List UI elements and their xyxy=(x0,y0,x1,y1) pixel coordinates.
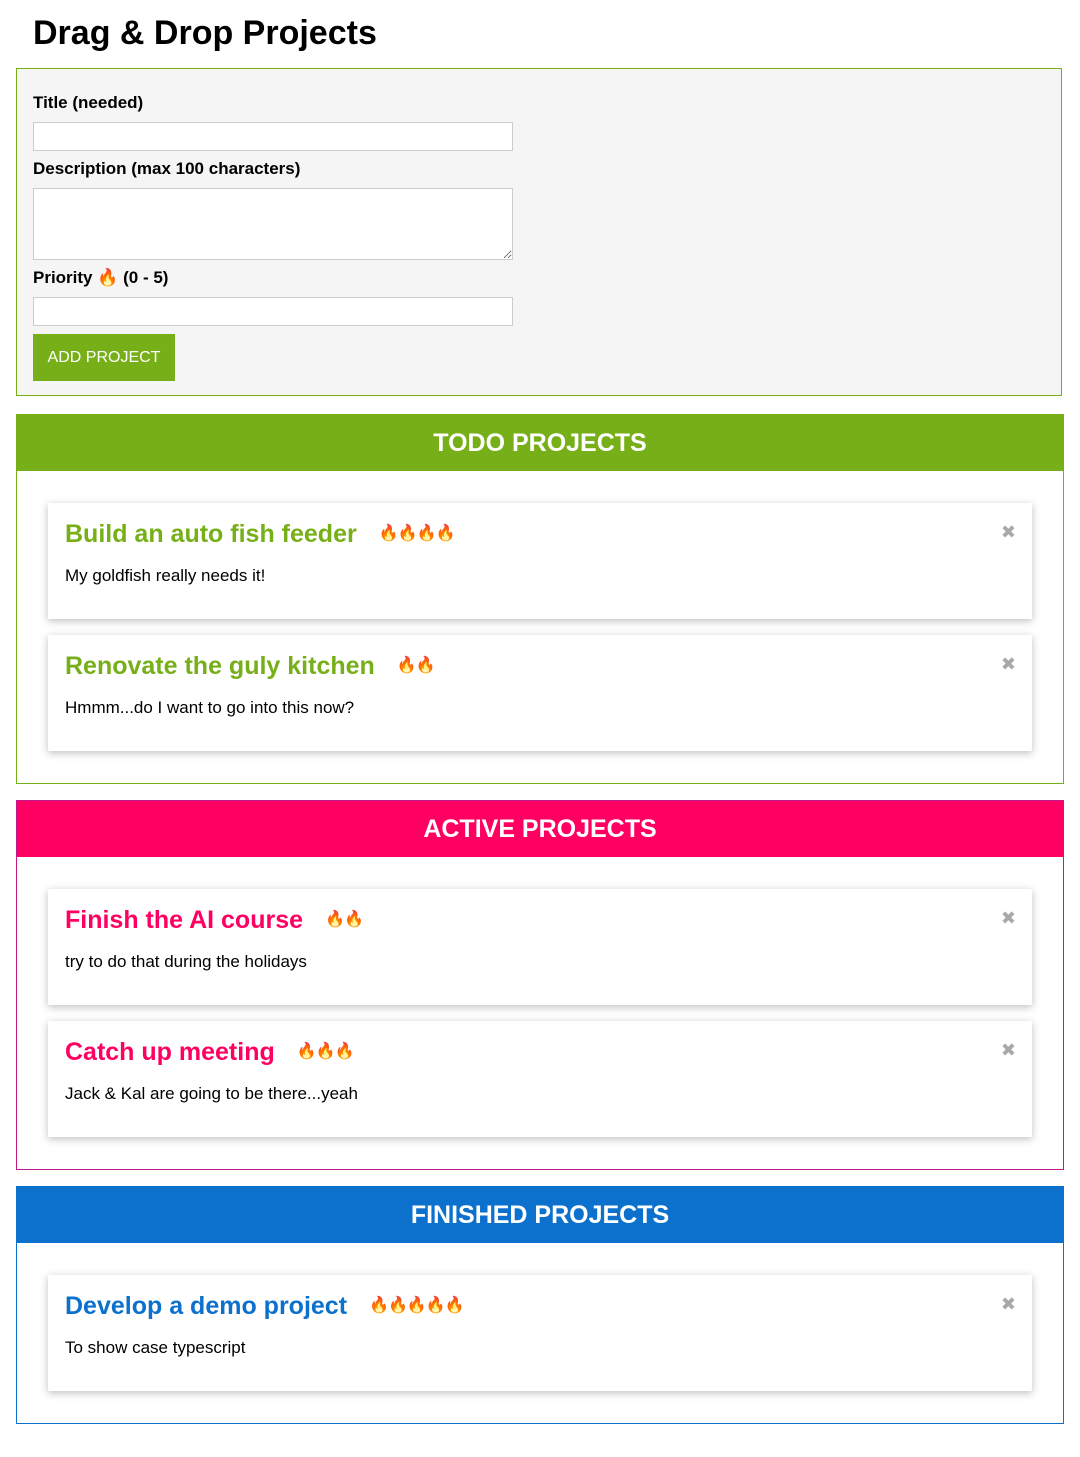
active-projects-section: ACTIVE PROJECTS Finish the AI course 🔥🔥 tr… xyxy=(16,800,1064,1170)
page-title: Drag & Drop Projects xyxy=(33,14,377,52)
project-description: Hmmm...do I want to go into this now? xyxy=(65,698,355,717)
project-description: try to do that during the holidays xyxy=(65,952,307,971)
priority-flames-icon: 🔥🔥 xyxy=(325,911,364,928)
project-card[interactable]: Develop a demo project 🔥🔥🔥🔥🔥 To show case … xyxy=(48,1275,1032,1391)
project-title: Catch up meeting xyxy=(65,1038,275,1066)
project-card[interactable]: Catch up meeting 🔥🔥🔥 Jack & Kal are going … xyxy=(48,1021,1032,1137)
finished-project-list: Develop a demo project 🔥🔥🔥🔥🔥 To show case … xyxy=(17,1243,1063,1391)
title-input[interactable] xyxy=(33,122,513,151)
project-title: Build an auto fish feeder xyxy=(65,520,357,548)
title-label: Title (needed) xyxy=(33,93,144,112)
project-title: Finish the AI course xyxy=(65,906,304,934)
priority-flames-icon: 🔥🔥🔥 xyxy=(296,1043,355,1060)
project-card[interactable]: Finish the AI course 🔥🔥 try to do that dur… xyxy=(48,889,1032,1005)
project-card[interactable]: Renovate the guly kitchen 🔥🔥 Hmmm...do I w… xyxy=(48,635,1032,751)
todo-projects-section: TODO PROJECTS Build an auto fish feeder 🔥… xyxy=(16,414,1064,784)
description-textarea[interactable] xyxy=(33,188,513,260)
close-icon[interactable]: ✖ xyxy=(1001,654,1016,674)
add-project-button[interactable]: ADD PROJECT xyxy=(33,334,175,381)
priority-flames-icon: 🔥🔥🔥🔥 xyxy=(378,525,456,542)
close-icon[interactable]: ✖ xyxy=(1001,1040,1016,1060)
project-title: Develop a demo project xyxy=(65,1292,348,1320)
close-icon[interactable]: ✖ xyxy=(1001,1294,1016,1314)
priority-input[interactable] xyxy=(33,297,513,326)
close-icon[interactable]: ✖ xyxy=(1001,908,1016,928)
close-icon[interactable]: ✖ xyxy=(1001,522,1016,542)
priority-label: Priority 🔥 (0 - 5) xyxy=(33,268,169,287)
active-projects-header: ACTIVE PROJECTS xyxy=(17,801,1063,857)
project-title-row: Renovate the guly kitchen 🔥🔥 xyxy=(65,649,436,683)
project-title-row: Build an auto fish feeder 🔥🔥🔥🔥 xyxy=(65,517,456,551)
todo-project-list: Build an auto fish feeder 🔥🔥🔥🔥 My goldfish… xyxy=(17,471,1063,751)
description-label: Description (max 100 characters) xyxy=(33,159,301,178)
project-description: My goldfish really needs it! xyxy=(65,566,266,585)
project-title: Renovate the guly kitchen xyxy=(65,652,375,680)
active-project-list: Finish the AI course 🔥🔥 try to do that dur… xyxy=(17,857,1063,1137)
priority-flames-icon: 🔥🔥🔥🔥🔥 xyxy=(369,1297,465,1314)
finished-projects-section: FINISHED PROJECTS Develop a demo project… xyxy=(16,1186,1064,1424)
finished-projects-header: FINISHED PROJECTS xyxy=(17,1187,1063,1243)
priority-flames-icon: 🔥🔥 xyxy=(396,657,436,674)
project-title-row: Catch up meeting 🔥🔥🔥 xyxy=(65,1035,355,1069)
project-card[interactable]: Build an auto fish feeder 🔥🔥🔥🔥 My goldfish… xyxy=(48,503,1032,619)
add-project-form: Title (needed) Description (max 100 char… xyxy=(16,68,1062,396)
project-title-row: Finish the AI course 🔥🔥 xyxy=(65,903,364,937)
project-description: Jack & Kal are going to be there...yeah xyxy=(65,1084,358,1103)
project-title-row: Develop a demo project 🔥🔥🔥🔥🔥 xyxy=(65,1289,465,1323)
project-description: To show case typescript xyxy=(65,1338,246,1357)
todo-projects-header: TODO PROJECTS xyxy=(17,415,1063,471)
